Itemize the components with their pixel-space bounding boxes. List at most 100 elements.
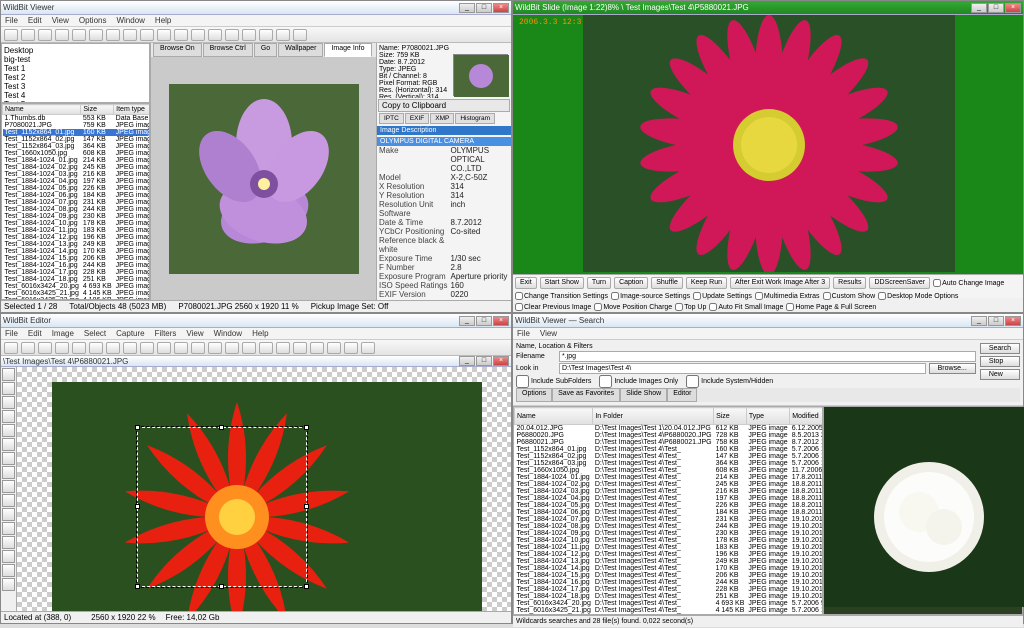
close-button[interactable]: × (493, 3, 509, 13)
table-row[interactable]: Test_1660x1050.jpgD:\Test Images\Test 4\… (515, 467, 824, 474)
doc-titlebar[interactable]: \Test Images\Test 4\P6880021.JPG _□× (1, 356, 511, 367)
menu-view[interactable]: View (52, 16, 69, 25)
table-row[interactable]: Test_1884-1024_06.jpg184 KBJPEG image18.… (3, 192, 151, 199)
table-row[interactable]: Test_1884-1024_17.jpgD:\Test Images\Test… (515, 586, 824, 593)
table-row[interactable]: Test_1884-1024_14.jpg170 KBJPEG image19.… (3, 248, 151, 255)
menu-edit[interactable]: Edit (28, 16, 42, 25)
tool-button[interactable] (2, 508, 15, 521)
menu-window[interactable]: Window (214, 329, 242, 338)
tool-button[interactable] (2, 368, 15, 381)
toolbar-button[interactable] (72, 29, 86, 41)
toolbar-button[interactable] (123, 29, 137, 41)
close-button[interactable]: × (493, 316, 509, 326)
titlebar[interactable]: WildBit Viewer — Search _□× (513, 314, 1023, 328)
table-row[interactable]: Test_1152x864_02.jpg147 KBJPEG image5.7.… (3, 136, 151, 143)
browse-button[interactable]: Browse... (929, 363, 976, 374)
tool-button[interactable] (2, 382, 15, 395)
table-row[interactable]: Test_1884-1024_09.jpgD:\Test Images\Test… (515, 530, 824, 537)
selection-rect[interactable] (137, 427, 307, 587)
search-button[interactable]: Search (980, 343, 1020, 354)
max-button[interactable]: □ (988, 3, 1004, 13)
table-row[interactable]: Test_1884-1024_18.jpg251 KBJPEG image19.… (3, 276, 151, 283)
menu-view[interactable]: View (186, 329, 203, 338)
table-row[interactable]: Test_1884-1024_06.jpgD:\Test Images\Test… (515, 509, 824, 516)
toolbar-button[interactable] (293, 29, 307, 41)
table-row[interactable]: Test_1152x864_02.jpgD:\Test Images\Test … (515, 453, 824, 460)
table-row[interactable]: Test_1884-1024_18.jpgD:\Test Images\Test… (515, 593, 824, 600)
toolbar-button[interactable] (55, 29, 69, 41)
folder-tree[interactable]: Desktop big-test Test 1 Test 2 Test 3 Te… (1, 43, 150, 103)
toolbar-button[interactable] (225, 29, 239, 41)
table-row[interactable]: Test_1660x1050.jpg608 KBJPEG image11.7.2… (3, 150, 151, 157)
image-viewer[interactable]: 2006.3.3 12:3 P5880020 128 KB (513, 15, 1023, 274)
table-row[interactable]: Test_1884-1024_10.jpg178 KBJPEG image19.… (3, 220, 151, 227)
tool-button[interactable] (2, 494, 15, 507)
max-button[interactable]: □ (988, 316, 1004, 326)
table-row[interactable]: Test_1152x864_03.jpg364 KBJPEG image5.7.… (3, 143, 151, 150)
tab[interactable]: Browse On (153, 43, 202, 57)
table-row[interactable]: Test_1884-1024_05.jpgD:\Test Images\Test… (515, 502, 824, 509)
table-row[interactable]: Test_1152x864_03.jpgD:\Test Images\Test … (515, 460, 824, 467)
table-row[interactable]: Test_6016x3424_20.jpg4 693 KBJPEG image5… (3, 283, 151, 290)
toolbar-button[interactable] (191, 29, 205, 41)
menu-options[interactable]: Options (79, 16, 107, 25)
copy-button[interactable]: Copy to Clipboard (378, 99, 510, 112)
table-row[interactable]: Test_1884-1024_11.jpgD:\Test Images\Test… (515, 544, 824, 551)
tab[interactable]: Browse Ctrl (203, 43, 253, 57)
tool-button[interactable] (2, 452, 15, 465)
menu-edit[interactable]: Edit (28, 329, 42, 338)
close-button[interactable]: × (1005, 3, 1021, 13)
table-row[interactable]: Test_1884-1024_15.jpgD:\Test Images\Test… (515, 572, 824, 579)
toolbar-button[interactable] (276, 29, 290, 41)
table-row[interactable]: Test_1884-1024_12.jpgD:\Test Images\Test… (515, 551, 824, 558)
toolbar-button[interactable] (21, 29, 35, 41)
table-row[interactable]: Test_1884-1024_05.jpg226 KBJPEG image18.… (3, 185, 151, 192)
max-button[interactable]: □ (476, 316, 492, 326)
tab[interactable]: Wallpaper (278, 43, 323, 57)
table-row[interactable]: Test_1884-1024_08.jpgD:\Test Images\Test… (515, 523, 824, 530)
table-row[interactable]: Test_1884-1024_02.jpg245 KBJPEG image18.… (3, 164, 151, 171)
min-button[interactable]: _ (971, 316, 987, 326)
table-row[interactable]: P7080021.JPG759 KBJPEG image8.7.2012 11:… (3, 122, 151, 129)
tool-button[interactable] (2, 438, 15, 451)
tool-button[interactable] (2, 466, 15, 479)
toolbar-button[interactable] (38, 29, 52, 41)
table-row[interactable]: Test_6016x3425_21.jpgD:\Test Images\Test… (515, 607, 824, 614)
menu-select[interactable]: Select (84, 329, 106, 338)
menu-filters[interactable]: Filters (155, 329, 177, 338)
table-row[interactable]: Test_1884-1024_13.jpgD:\Test Images\Test… (515, 558, 824, 565)
tool-button[interactable] (2, 536, 15, 549)
menu-help[interactable]: Help (155, 16, 171, 25)
toolbar-button[interactable] (208, 29, 222, 41)
toolbar-button[interactable] (89, 29, 103, 41)
table-row[interactable]: 1.Thumbs.db553 KBData Base File8.3.2013 … (3, 115, 151, 123)
menu-file[interactable]: File (5, 329, 18, 338)
table-row[interactable]: Test_1884-1024_07.jpg231 KBJPEG image19.… (3, 199, 151, 206)
toolbar-button[interactable] (106, 29, 120, 41)
table-row[interactable]: Test_1884-1024_04.jpg197 KBJPEG image18.… (3, 178, 151, 185)
table-row[interactable]: Test_1884-1024_04.jpgD:\Test Images\Test… (515, 495, 824, 502)
menu-capture[interactable]: Capture (116, 329, 144, 338)
table-row[interactable]: Test_1884-1024_17.jpg228 KBJPEG image19.… (3, 269, 151, 276)
table-row[interactable]: P6880020.JPGD:\Test Images\Test 4\P68800… (515, 432, 824, 439)
lookin-input[interactable] (559, 363, 926, 374)
new-button[interactable]: New (980, 369, 1020, 380)
toolbar-button[interactable] (4, 29, 18, 41)
table-row[interactable]: Test_1884-1024_09.jpg230 KBJPEG image19.… (3, 213, 151, 220)
table-row[interactable]: Test_1884-1024_14.jpgD:\Test Images\Test… (515, 565, 824, 572)
tool-button[interactable] (2, 480, 15, 493)
table-row[interactable]: Test_1884-1024_10.jpgD:\Test Images\Test… (515, 537, 824, 544)
tool-button[interactable] (2, 522, 15, 535)
min-button[interactable]: _ (971, 3, 987, 13)
canvas[interactable] (52, 382, 482, 611)
tool-button[interactable] (2, 578, 15, 591)
filename-input[interactable] (559, 351, 976, 362)
tab[interactable]: Image Info (324, 43, 371, 57)
table-row[interactable]: Test_1884-1024_16.jpgD:\Test Images\Test… (515, 579, 824, 586)
table-row[interactable]: Test_1884-1024_03.jpgD:\Test Images\Test… (515, 488, 824, 495)
table-row[interactable]: Test_1884-1024_03.jpg216 KBJPEG image18.… (3, 171, 151, 178)
table-row[interactable]: Test_1884-1024_12.jpg196 KBJPEG image19.… (3, 234, 151, 241)
table-row[interactable]: Test_1884-1024_07.jpgD:\Test Images\Test… (515, 516, 824, 523)
toolbar-button[interactable] (242, 29, 256, 41)
table-row[interactable]: Test_6016x3424_20.jpgD:\Test Images\Test… (515, 600, 824, 607)
